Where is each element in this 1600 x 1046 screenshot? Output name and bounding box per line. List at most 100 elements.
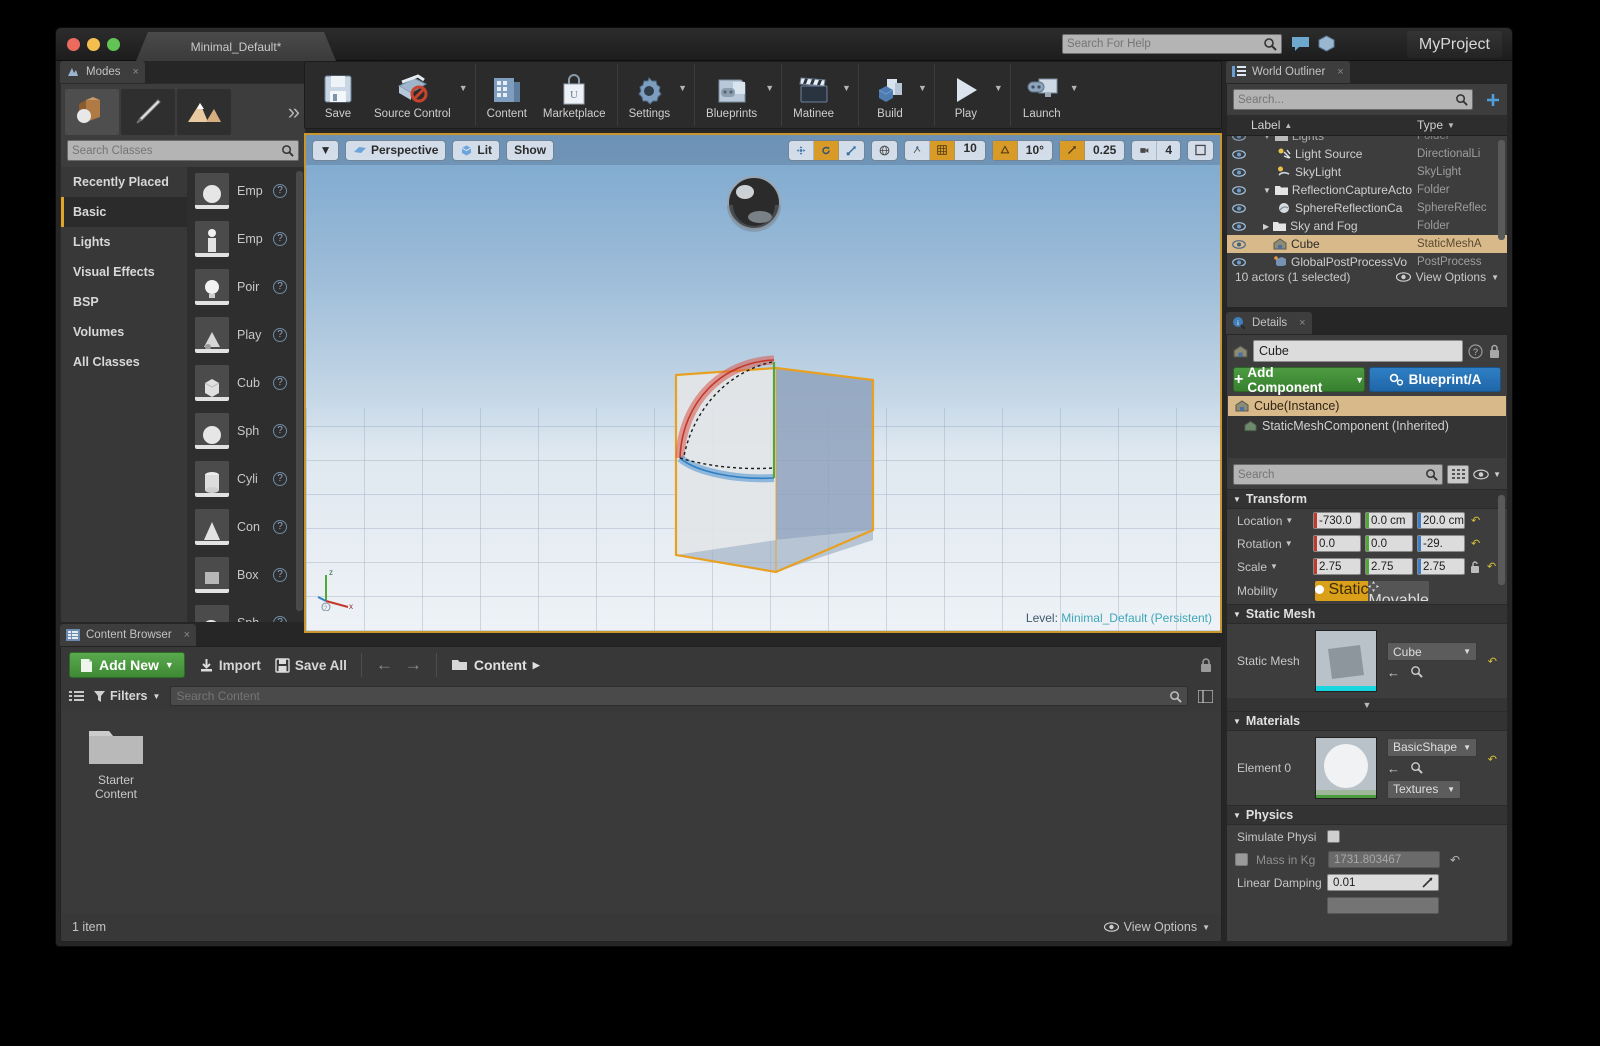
grid-snap-value[interactable]: 10 [955,141,984,160]
reflection-sphere-actor[interactable] [724,173,784,233]
chevron-down-icon[interactable]: ▼ [1270,562,1278,571]
save-button[interactable]: Save [310,64,366,126]
browse-icon[interactable] [1410,665,1423,678]
details-search-input[interactable] [1238,468,1426,481]
speech-bubble-icon[interactable] [1291,35,1310,52]
eye-icon[interactable] [1227,239,1251,249]
source-control-button[interactable]: Source Control [366,64,459,126]
question-icon[interactable]: ? [273,568,287,582]
column-label-header[interactable]: Label [1251,118,1280,132]
details-tab[interactable]: i Details × [1226,312,1312,334]
scale-y-field[interactable]: 2.75 [1365,558,1413,575]
chevron-down-icon[interactable]: ▼ [1285,516,1293,525]
scale-x-field[interactable]: 2.75 [1313,558,1361,575]
location-x-field[interactable]: -730.0 [1313,512,1361,529]
breadcrumb[interactable]: Content ▶ [451,657,540,673]
unreal-cube-icon[interactable] [1317,35,1336,52]
category-basic[interactable]: Basic [61,197,187,227]
table-row[interactable]: SkyLight SkyLight [1227,163,1507,181]
category-lights[interactable]: Lights [61,227,187,257]
question-icon[interactable]: ? [273,280,287,294]
chevron-down-icon[interactable]: ▼ [1285,539,1293,548]
outliner-view-options-button[interactable]: View Options ▼ [1395,270,1499,284]
paint-mode-button[interactable] [121,89,175,135]
list-item[interactable]: Cub ? [187,359,305,407]
outliner-search-box[interactable] [1233,89,1473,110]
rotate-tool[interactable] [814,140,840,160]
lock-icon[interactable] [1488,344,1501,359]
location-y-field[interactable]: 0.0 cm [1365,512,1413,529]
chevron-down-icon[interactable]: ▼ [765,64,778,126]
place-mode-button[interactable] [65,89,119,135]
reset-arrow-icon[interactable]: ↶ [1471,537,1480,550]
table-row[interactable]: Light Source DirectionalLi [1227,145,1507,163]
table-row[interactable]: ▶ Sky and Fog Folder [1227,217,1507,235]
lock-ratio-icon[interactable] [1469,560,1481,574]
show-menu-button[interactable]: Show [506,139,555,161]
build-button[interactable]: Build [862,64,918,126]
mobility-static-option[interactable]: Static [1315,581,1369,601]
close-icon[interactable]: × [184,629,190,641]
list-item[interactable]: Sph ? [187,407,305,455]
eye-icon[interactable] [1227,167,1251,177]
chevron-down-icon[interactable]: ▼ [1447,121,1455,130]
eye-icon[interactable] [1227,136,1251,141]
section-materials-header[interactable]: ▼ Materials [1227,711,1507,731]
level-viewport[interactable]: ▼ Perspective Lit Show 10 10° 0.25 4 z x… [304,133,1222,633]
list-view-icon[interactable] [69,690,84,703]
eye-icon[interactable] [1227,185,1251,195]
list-item[interactable]: Emp ? [187,167,305,215]
class-item-list[interactable]: Emp ? Emp ? Poir ? Play ? Cub ? Sph ? Cy… [187,167,305,622]
maximize-icon[interactable] [1188,141,1213,160]
add-new-button[interactable]: Add New ▼ [69,652,185,678]
reset-arrow-icon[interactable]: ↶ [1488,753,1497,766]
scale-tool[interactable] [839,141,864,160]
matinee-button[interactable]: Matinee [785,64,842,126]
reset-arrow-icon[interactable]: ↶ [1471,514,1480,527]
content-browser-tab[interactable]: Content Browser × [60,624,197,646]
view-mode-button[interactable]: Lit [452,139,501,161]
camera-mode-button[interactable]: Perspective [345,139,447,161]
document-tab[interactable]: Minimal_Default* [136,32,336,61]
marketplace-button[interactable]: U Marketplace [535,64,614,126]
reset-arrow-icon[interactable]: ↶ [1488,655,1497,668]
close-icon[interactable]: × [1337,66,1343,78]
angle-snap-toggle[interactable] [992,140,1018,160]
minimize-window-button[interactable] [87,38,100,51]
static-mesh-expand-handle[interactable]: ▼ [1227,698,1507,711]
angle-snap-value[interactable]: 10° [1018,141,1052,160]
table-row[interactable]: ▼ Lights Folder [1227,136,1507,145]
list-item[interactable]: Emp ? [187,215,305,263]
section-transform-header[interactable]: ▼ Transform [1227,489,1507,509]
table-row[interactable]: Cube StaticMeshA [1227,235,1507,253]
outliner-scrollbar[interactable] [1498,140,1505,240]
close-icon[interactable]: × [1299,317,1305,329]
mobility-movable-option[interactable]: Movable [1368,581,1429,601]
eye-icon[interactable] [1227,257,1251,266]
question-icon[interactable]: ? [273,232,287,246]
static-mesh-combo[interactable]: Cube ▼ [1387,642,1477,661]
component-row-cube[interactable]: Cube(Instance) [1228,396,1506,416]
linear-damping-field[interactable]: 0.01 [1327,874,1439,891]
list-item[interactable]: Play ? [187,311,305,359]
save-all-button[interactable]: Save All [275,658,347,673]
simulate-physics-checkbox[interactable] [1327,830,1340,843]
search-classes-input[interactable] [72,144,281,157]
question-icon[interactable]: ? [1468,343,1483,359]
category-recently-placed[interactable]: Recently Placed [61,167,187,197]
modes-tab[interactable]: Modes × [60,61,145,83]
scale-snap-value[interactable]: 0.25 [1085,141,1124,160]
scale-snap-toggle[interactable] [1059,140,1085,160]
question-icon[interactable]: ? [273,424,287,438]
drag-handle-icon[interactable] [1422,877,1433,888]
browse-icon[interactable] [1410,761,1423,774]
question-icon[interactable]: ? [273,520,287,534]
cube-actor[interactable] [636,340,896,590]
component-row-staticmesh[interactable]: StaticMeshComponent (Inherited) [1228,416,1506,436]
table-row[interactable]: GlobalPostProcessVo PostProcess [1227,253,1507,266]
chevron-down-icon[interactable]: ▼ [313,141,338,160]
camera-speed-icon[interactable] [1132,140,1158,160]
list-item[interactable]: Sph ? [187,599,305,622]
class-list-scrollbar[interactable] [296,171,303,611]
content-search-box[interactable] [170,686,1188,706]
